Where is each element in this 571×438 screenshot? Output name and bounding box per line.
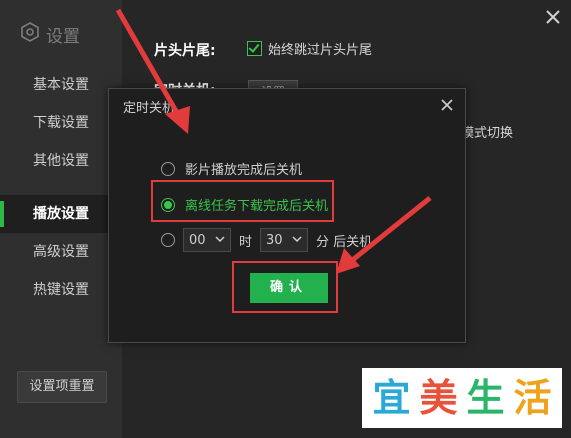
mode-switch-text: 模式切换: [461, 126, 514, 141]
sidebar-item-other[interactable]: 其他设置: [0, 142, 122, 180]
option-after-video[interactable]: 影片播放完成后关机: [161, 159, 302, 178]
watermark-char: 美: [419, 376, 458, 420]
watermark-char: 宜: [372, 376, 411, 420]
dialog-title: 定时关机: [123, 101, 176, 116]
highlight-box-confirm: [232, 261, 338, 313]
dialog-close-icon[interactable]: [439, 97, 455, 113]
close-icon[interactable]: [544, 8, 562, 26]
chevron-down-icon: [292, 233, 302, 248]
checkbox-checked-icon[interactable]: [247, 41, 262, 56]
head-tail-label: 片头片尾:: [154, 43, 216, 59]
minute-unit: 分 后关机: [316, 234, 373, 250]
option-after-video-label: 影片播放完成后关机: [185, 163, 303, 178]
highlight-box-option: [151, 180, 334, 222]
watermark-char: 生: [466, 376, 505, 420]
radio-icon[interactable]: [161, 233, 175, 247]
hour-unit: 时: [239, 234, 253, 250]
sidebar-item-playback[interactable]: 播放设置: [0, 195, 122, 233]
sidebar: 设置 基本设置 下载设置 其他设置 播放设置 高级设置 热键设置 设置项重置: [0, 0, 122, 438]
sidebar-title: 设置: [20, 22, 80, 47]
minute-select[interactable]: 30: [260, 228, 309, 252]
hour-value: 00: [189, 232, 206, 248]
radio-icon[interactable]: [161, 161, 175, 176]
sidebar-item-basic[interactable]: 基本设置: [0, 66, 122, 104]
sidebar-item-download[interactable]: 下载设置: [0, 104, 122, 142]
settings-icon: [20, 22, 40, 47]
watermark-char: 活: [513, 376, 552, 420]
watermark-logo: 宜 美 生 活: [362, 368, 562, 428]
reset-settings-button[interactable]: 设置项重置: [17, 371, 107, 403]
sidebar-title-text: 设置: [46, 27, 80, 47]
sidebar-item-hotkey[interactable]: 热键设置: [0, 271, 122, 309]
minute-value: 30: [266, 232, 283, 248]
option-after-time[interactable]: 00 时 30 分 后关机: [161, 228, 372, 252]
skip-head-tail-label: 始终跳过片头片尾: [268, 43, 373, 58]
sidebar-item-advanced[interactable]: 高级设置: [0, 233, 122, 271]
hour-select[interactable]: 00: [183, 228, 231, 252]
chevron-down-icon: [215, 233, 225, 248]
skip-head-tail-checkbox[interactable]: 始终跳过片头片尾: [247, 39, 372, 58]
